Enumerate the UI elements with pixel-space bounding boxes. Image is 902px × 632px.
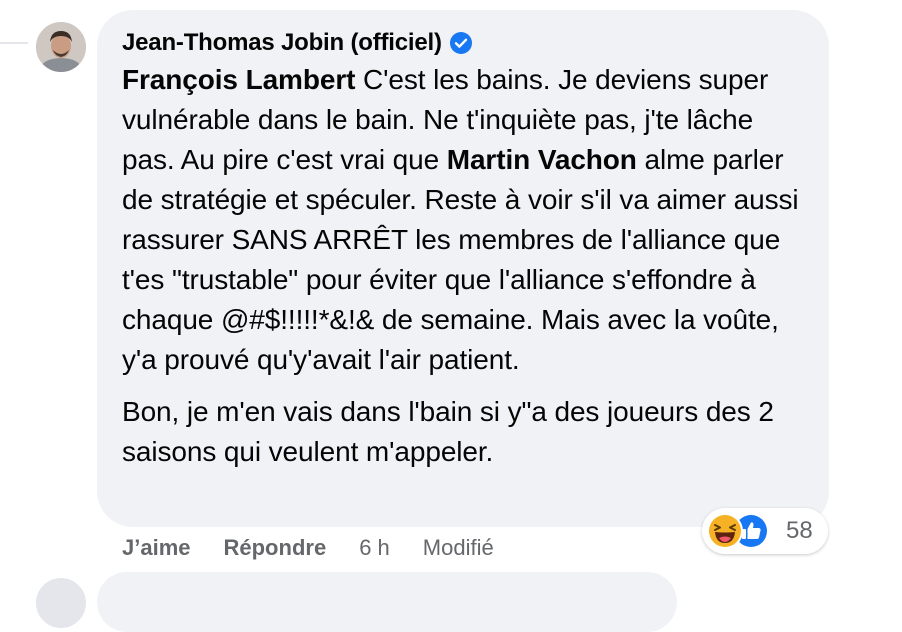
- avatar[interactable]: [36, 22, 86, 72]
- next-comment-bubble: [97, 572, 677, 632]
- reactions-summary[interactable]: 58: [702, 508, 828, 554]
- edited-label[interactable]: Modifié: [423, 535, 494, 561]
- verified-badge-icon: [449, 32, 472, 54]
- mention-francois-lambert[interactable]: François Lambert: [122, 64, 355, 95]
- comment-text-segment: alme parler de stratégie et spéculer. Re…: [122, 144, 799, 375]
- profile-photo: [36, 22, 86, 72]
- reply-button[interactable]: Répondre: [224, 535, 327, 561]
- like-button[interactable]: J’aime: [122, 535, 191, 561]
- haha-icon: [707, 513, 743, 549]
- comment-paragraph-1: François Lambert C'est les bains. Je dev…: [122, 60, 805, 380]
- author-name[interactable]: Jean-Thomas Jobin (officiel): [122, 29, 442, 57]
- timestamp-link[interactable]: 6 h: [359, 535, 390, 561]
- comment-bubble: Jean-Thomas Jobin (officiel) François La…: [97, 10, 829, 527]
- thread-connector-line: [0, 42, 28, 44]
- comment-paragraph-2: Bon, je m'en vais dans l'bain si y"a des…: [122, 396, 774, 467]
- reaction-count: 58: [786, 517, 813, 544]
- mention-martin-vachon[interactable]: Martin Vachon: [447, 144, 637, 175]
- author-row: Jean-Thomas Jobin (officiel): [122, 26, 805, 60]
- comment-actions: J’aime Répondre 6 h Modifié: [122, 533, 494, 563]
